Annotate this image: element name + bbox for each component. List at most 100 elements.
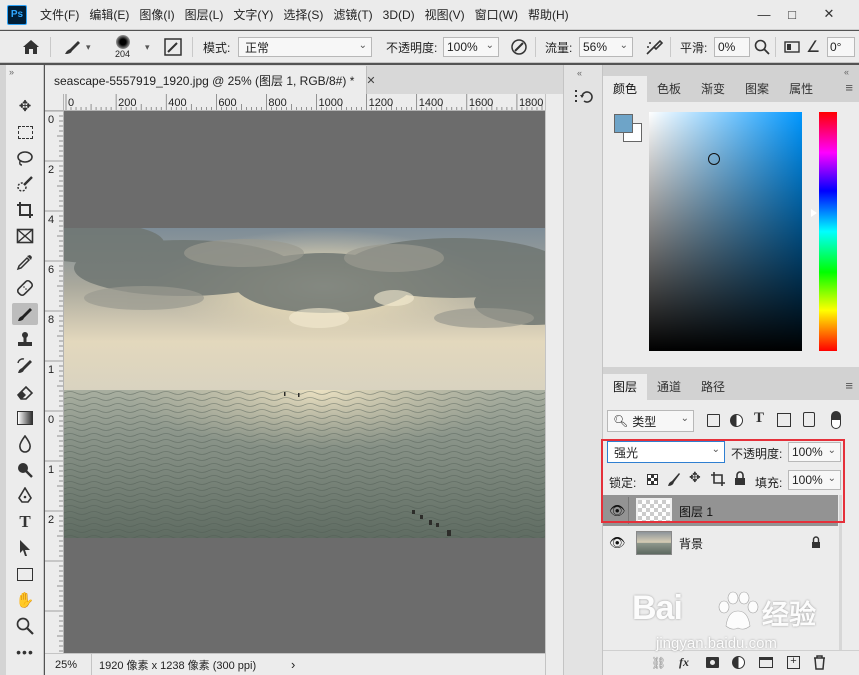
home-icon[interactable] (22, 31, 40, 63)
panel-tab-4[interactable]: 属性 (779, 76, 823, 102)
menu-item-2[interactable]: 图像(I) (134, 0, 179, 30)
layer-row[interactable]: 👁︎ 背景 (603, 527, 838, 558)
flow-input[interactable]: 56% ⌄ (579, 37, 633, 57)
horizontal-ruler[interactable]: 0 200 400 600 800 1000 1200 1400 1600 1800 (64, 94, 545, 111)
mode-select[interactable]: 正常 ⌄ (238, 37, 372, 57)
canvas-image[interactable] (64, 228, 545, 538)
opacity-label: 不透明度: (386, 40, 438, 55)
brush-tool-icon[interactable] (12, 303, 38, 325)
menu-item-7[interactable]: 3D(D) (378, 0, 420, 30)
close-window-button[interactable]: ✕ (818, 4, 840, 24)
link-layers-icon[interactable]: ⛓︎ (651, 656, 666, 670)
menu-item-0[interactable]: 文件(F) (35, 0, 84, 30)
blur-tool-icon[interactable] (12, 433, 38, 455)
eye-visibility-icon[interactable]: 👁︎ (609, 535, 626, 551)
menu-item-1[interactable]: 编辑(E) (84, 0, 134, 30)
panel-menu-icon[interactable]: ≡ (845, 80, 853, 95)
menu-item-8[interactable]: 视图(V) (420, 0, 470, 30)
menu-item-6[interactable]: 滤镜(T) (328, 0, 377, 30)
marquee-tool-icon[interactable] (12, 121, 38, 143)
maximize-button[interactable]: □ (781, 4, 803, 24)
quick-selection-tool-icon[interactable] (12, 173, 38, 195)
tools-panel: » ✥ T ✋ ••• (6, 65, 44, 675)
brush-settings-panel-icon[interactable] (163, 31, 183, 63)
vertical-ruler[interactable]: 024681012 (45, 111, 64, 653)
menu-item-4[interactable]: 文字(Y) (228, 0, 278, 30)
angle-input[interactable]: 0° (827, 37, 855, 57)
new-group-icon[interactable] (759, 657, 773, 668)
layers-panel-tabs: 图层 通道 路径 (603, 374, 859, 400)
add-mask-icon[interactable] (706, 657, 719, 668)
panel-tab-1[interactable]: 色板 (647, 76, 691, 102)
panel-menu-icon[interactable]: ≡ (845, 378, 853, 393)
angle-icon: ∠ (806, 39, 821, 56)
collapse-arrows-icon[interactable]: « (577, 68, 582, 78)
new-adjustment-layer-icon[interactable] (732, 656, 745, 669)
layer-style-fx-icon[interactable]: fx (679, 655, 689, 670)
brush-size-picker[interactable]: 204 (115, 31, 130, 63)
vertical-scrollbar[interactable] (545, 94, 563, 675)
menu-item-5[interactable]: 选择(S) (278, 0, 328, 30)
status-menu-arrow-icon[interactable]: › (291, 654, 295, 675)
panel-tab-2[interactable]: 渐变 (691, 76, 735, 102)
history-panel-icon[interactable] (573, 87, 593, 110)
frame-tool-icon[interactable] (12, 225, 38, 247)
color-picker-cursor[interactable] (708, 153, 720, 165)
menu-item-9[interactable]: 窗口(W) (470, 0, 523, 30)
pen-tool-icon[interactable] (12, 485, 38, 507)
opacity-input[interactable]: 100% ⌄ (443, 37, 499, 57)
history-brush-tool-icon[interactable] (12, 355, 38, 377)
pixel-layer-filter-icon[interactable] (707, 414, 720, 427)
smoothing-options-icon[interactable] (754, 31, 770, 63)
path-selection-tool-icon[interactable] (12, 537, 38, 559)
minimize-button[interactable]: — (753, 4, 775, 24)
menu-item-3[interactable]: 图层(L) (180, 0, 229, 30)
panel-tab-3[interactable]: 图案 (735, 76, 779, 102)
brush-preset-icon[interactable]: ▾ (62, 31, 91, 63)
new-layer-icon[interactable]: + (787, 656, 800, 669)
eyedropper-tool-icon[interactable] (12, 251, 38, 273)
hand-tool-icon[interactable]: ✋ (12, 589, 38, 611)
airbrush-icon[interactable] (645, 31, 665, 63)
panel-tab-0[interactable]: 图层 (603, 374, 648, 400)
color-saturation-field[interactable] (649, 112, 802, 351)
filter-toggle-switch[interactable] (831, 411, 841, 429)
collapse-arrows-icon[interactable]: » (9, 67, 14, 77)
shape-layer-filter-icon[interactable] (777, 413, 791, 427)
more-tools-icon[interactable]: ••• (12, 641, 38, 663)
brush-angle-icon[interactable] (784, 31, 800, 63)
close-tab-icon[interactable]: ✕ (366, 74, 375, 87)
layer-name[interactable]: 背景 (679, 535, 703, 552)
healing-brush-tool-icon[interactable] (12, 277, 38, 299)
panel-tab-1[interactable]: 通道 (647, 374, 691, 400)
smoothing-input[interactable]: 0% (714, 37, 750, 57)
crop-tool-icon[interactable] (12, 199, 38, 221)
foreground-color-swatch-top[interactable] (614, 114, 633, 133)
rectangle-tool-icon[interactable] (12, 563, 38, 585)
zoom-level[interactable]: 25% (45, 654, 92, 675)
document-tab[interactable]: seascape-5557919_1920.jpg @ 25% (图层 1, R… (45, 66, 376, 94)
clone-stamp-tool-icon[interactable] (12, 329, 38, 351)
smart-object-filter-icon[interactable] (803, 412, 815, 427)
move-tool-icon[interactable]: ✥ (12, 95, 38, 117)
lasso-tool-icon[interactable] (12, 147, 38, 169)
hue-slider[interactable] (819, 112, 837, 351)
panel-tab-0[interactable]: 颜色 (603, 76, 648, 102)
zoom-tool-icon[interactable] (12, 615, 38, 637)
panel-tab-2[interactable]: 路径 (691, 374, 735, 400)
eraser-tool-icon[interactable] (12, 381, 38, 403)
dodge-tool-icon[interactable] (12, 459, 38, 481)
ruler-origin[interactable] (45, 94, 64, 111)
hue-slider-handle[interactable] (811, 209, 817, 217)
gradient-tool-icon[interactable] (12, 407, 38, 429)
layer-filter-select[interactable]: 🔍︎ 类型 ⌄ (607, 410, 694, 432)
pressure-opacity-icon[interactable] (510, 31, 528, 63)
delete-layer-icon[interactable] (813, 655, 826, 673)
brush-size-dropdown-icon[interactable]: ▾ (145, 31, 150, 63)
type-tool-icon[interactable]: T (12, 511, 38, 533)
type-layer-filter-icon[interactable]: T (754, 410, 764, 427)
menu-item-10[interactable]: 帮助(H) (523, 0, 574, 30)
adjustment-layer-filter-icon[interactable] (730, 414, 743, 427)
chevron-down-icon: ⌄ (485, 40, 494, 51)
ruler-label: 1200 (369, 97, 393, 109)
